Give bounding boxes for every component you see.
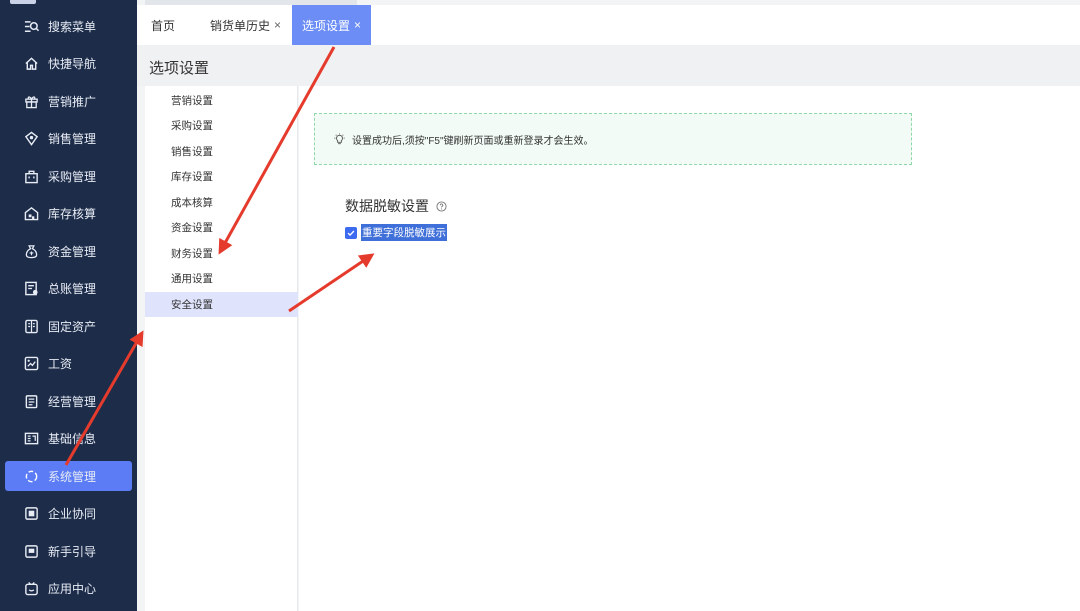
sidebar-item-label: 应用中心 <box>48 581 97 596</box>
settings-menu-item[interactable]: 财务设置 <box>145 241 298 266</box>
sidebar-item-salary[interactable]: 工资 <box>5 348 132 378</box>
tab-bar-scroll-indicator <box>145 0 357 5</box>
lightbulb-icon <box>333 132 346 146</box>
page-title: 选项设置 <box>149 60 210 77</box>
sidebar-item-label: 搜索菜单 <box>48 19 97 34</box>
page-header: 选项设置 <box>137 45 1080 86</box>
settings-menu-item[interactable]: 销售设置 <box>145 139 298 164</box>
collab-icon <box>23 505 39 521</box>
bag-icon <box>23 168 39 184</box>
clipboard-icon <box>23 393 39 409</box>
sidebar-item-basic-info[interactable]: 基础信息 <box>5 423 132 453</box>
sidebar-item-label: 工资 <box>48 356 73 371</box>
tab-home[interactable]: 首页 <box>151 5 175 45</box>
notice-text: 设置成功后,须按"F5"键刷新页面或重新登录才会生效。 <box>352 135 594 147</box>
sidebar-item-search-menu[interactable]: 搜索菜单 <box>5 11 132 41</box>
sidebar-item-label: 企业协同 <box>48 506 97 521</box>
sidebar-item-app-center[interactable]: 应用中心 <box>5 573 132 603</box>
tab-bar: 首页 销货单历史 × 选项设置 × <box>137 5 1080 45</box>
sidebar-item-purchase[interactable]: 采购管理 <box>5 161 132 191</box>
sidebar-item-label: 营销推广 <box>48 94 97 109</box>
app-center-icon <box>23 580 39 596</box>
tab-label: 选项设置 <box>302 18 351 33</box>
guide-icon <box>23 543 39 559</box>
sidebar-item-guide[interactable]: 新手引导 <box>5 536 132 566</box>
sidebar-item-fixed-assets[interactable]: 固定资产 <box>5 311 132 341</box>
sales-icon <box>23 130 39 146</box>
system-icon <box>23 468 39 484</box>
sidebar-item-label: 采购管理 <box>48 169 97 184</box>
warehouse-icon <box>23 205 39 221</box>
settings-menu-item[interactable]: 采购设置 <box>145 113 298 138</box>
sidebar-item-label: 库存核算 <box>48 206 97 221</box>
settings-menu-item[interactable]: 通用设置 <box>145 266 298 291</box>
settings-menu: 营销设置 采购设置 销售设置 库存设置 成本核算 资金设置 财务设置 通用设置 … <box>145 86 298 611</box>
ledger-icon <box>23 280 39 296</box>
info-card-icon <box>23 430 39 446</box>
close-icon[interactable]: × <box>274 18 281 32</box>
section-title: 数据脱敏设置 <box>345 196 447 216</box>
sidebar-item-label: 销售管理 <box>48 131 97 146</box>
tab-label: 首页 <box>151 18 176 33</box>
settings-menu-item[interactable]: 营销设置 <box>145 88 298 113</box>
sidebar-item-ledger[interactable]: 总账管理 <box>5 273 132 303</box>
sidebar-item-inventory[interactable]: 库存核算 <box>5 198 132 228</box>
settings-menu-item[interactable]: 资金设置 <box>145 215 298 240</box>
sidebar-item-system[interactable]: 系统管理 <box>5 461 132 491</box>
sidebar-item-funds[interactable]: 资金管理 <box>5 236 132 266</box>
close-icon[interactable]: × <box>354 18 361 32</box>
sidebar-item-label: 快捷导航 <box>48 56 97 71</box>
sidebar-item-label: 固定资产 <box>48 319 97 334</box>
notice-banner: 设置成功后,须按"F5"键刷新页面或重新登录才会生效。 <box>314 113 912 165</box>
sidebar-item-label: 系统管理 <box>48 469 97 484</box>
sidebar-item-label: 经营管理 <box>48 394 97 409</box>
mask-fields-checkbox-label[interactable]: 重要字段脱敏展示 <box>361 224 447 241</box>
search-menu-icon <box>23 18 39 34</box>
section-title-text: 数据脱敏设置 <box>345 198 429 214</box>
sidebar-item-label: 新手引导 <box>48 544 97 559</box>
gift-icon <box>23 93 39 109</box>
sidebar-item-label: 资金管理 <box>48 244 97 259</box>
mask-fields-checkbox-row[interactable]: 重要字段脱敏展示 <box>345 224 447 241</box>
sidebar-item-marketing[interactable]: 营销推广 <box>5 86 132 116</box>
settings-menu-item[interactable]: 成本核算 <box>145 190 298 215</box>
settings-menu-item[interactable]: 库存设置 <box>145 164 298 189</box>
settings-content: 设置成功后,须按"F5"键刷新页面或重新登录才会生效。 数据脱敏设置 重要字段脱… <box>299 86 1080 611</box>
sidebar-logo-fragment <box>10 0 36 4</box>
sidebar-item-label: 基础信息 <box>48 431 97 446</box>
tab-options-settings[interactable]: 选项设置 × <box>292 5 372 45</box>
question-circle-icon[interactable] <box>436 200 447 212</box>
settings-menu-item-security[interactable]: 安全设置 <box>145 292 298 317</box>
money-bag-icon <box>23 243 39 259</box>
sidebar-item-sales[interactable]: 销售管理 <box>5 123 132 153</box>
building-icon <box>23 318 39 334</box>
mask-fields-checkbox[interactable] <box>345 226 357 239</box>
sidebar: 搜索菜单 快捷导航 营销推广 销售管理 采购管理 库存核算 资金管理 总账管理 … <box>0 0 137 611</box>
sidebar-item-collab[interactable]: 企业协同 <box>5 498 132 528</box>
tab-sales-history[interactable]: 销货单历史 × <box>210 5 281 45</box>
sidebar-item-business[interactable]: 经营管理 <box>5 386 132 416</box>
salary-icon <box>23 355 39 371</box>
sidebar-item-label: 总账管理 <box>48 281 97 296</box>
tab-label: 销货单历史 <box>210 18 271 33</box>
home-icon <box>23 55 39 71</box>
check-icon <box>347 230 355 236</box>
sidebar-item-quick-nav[interactable]: 快捷导航 <box>5 48 132 78</box>
